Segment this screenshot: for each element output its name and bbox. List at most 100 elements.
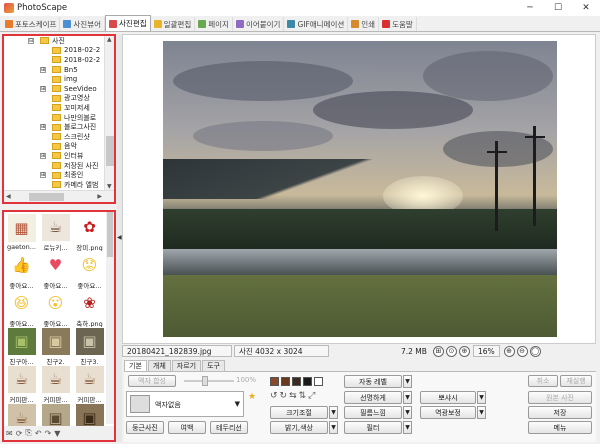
backlight-dropdown[interactable]: ▼ bbox=[477, 391, 486, 404]
filter-dropdown[interactable]: ▼ bbox=[403, 421, 412, 434]
tree-vertical-scrollbar[interactable]: ▲ ▼ bbox=[104, 36, 114, 190]
expand-toggle-icon[interactable]: ⊞ bbox=[40, 85, 46, 92]
favorite-star-icon[interactable]: ★ bbox=[248, 392, 256, 402]
expand-toggle-icon[interactable]: ⊟ bbox=[28, 37, 34, 44]
tree-item[interactable]: ⊟ 사진 bbox=[4, 36, 104, 46]
tree-item[interactable]: 음악 bbox=[4, 142, 104, 152]
zoom-fit-icon[interactable]: ⊕ bbox=[458, 345, 470, 357]
frame-selector[interactable]: 액자없음 ▼ bbox=[126, 391, 244, 417]
frame-dropdown-icon[interactable]: ▼ bbox=[235, 400, 240, 408]
undo-button[interactable]: 취소 bbox=[528, 375, 558, 387]
tree-item[interactable]: ⊞ SeeVideo bbox=[4, 84, 104, 94]
frame-fit-button[interactable]: 액자 합성 bbox=[128, 375, 176, 387]
rotate-flip-icons[interactable]: ↺↻⇆⇅⤢ bbox=[270, 391, 317, 401]
tree-item[interactable]: img bbox=[4, 74, 104, 84]
close-button[interactable]: ✕ bbox=[572, 0, 600, 16]
tree-item[interactable]: ⊞ Bn5 bbox=[4, 65, 104, 75]
minimize-button[interactable]: ─ bbox=[516, 0, 544, 16]
thumb-tool-icon[interactable]: ✉ bbox=[6, 429, 13, 438]
backlight-button[interactable]: 뽀샤시 bbox=[420, 391, 476, 404]
thumbnail-item[interactable]: ☕ 커피판... bbox=[6, 366, 37, 403]
tree-item[interactable]: 2018-02-2 bbox=[4, 46, 104, 56]
resize-button[interactable]: 크기조절 bbox=[270, 406, 328, 419]
color-swatch[interactable] bbox=[303, 377, 312, 386]
expand-toggle-icon[interactable]: ⊞ bbox=[40, 124, 46, 131]
film-effect-button[interactable]: 필름느낌 bbox=[344, 406, 402, 419]
expand-toggle-icon[interactable]: ⊞ bbox=[40, 152, 46, 159]
zoom-in-icon[interactable]: ⊕ bbox=[503, 345, 515, 357]
color-swatch[interactable] bbox=[292, 377, 301, 386]
frame-slider[interactable] bbox=[184, 380, 234, 382]
tree-hscroll-thumb[interactable] bbox=[29, 193, 64, 201]
thumbnail-item[interactable]: ☕ 커피판... bbox=[74, 366, 105, 403]
fit-icon[interactable]: ⊞ bbox=[432, 345, 444, 357]
thumbnail-item[interactable]: 😟 좋아요... bbox=[74, 252, 105, 289]
expand-toggle-icon[interactable]: ⊞ bbox=[40, 172, 46, 179]
image-viewer[interactable] bbox=[122, 34, 596, 344]
thumbnail-item[interactable]: ♥ 좋아요... bbox=[40, 252, 71, 289]
collapse-arrow-icon[interactable]: ◀ bbox=[117, 234, 122, 241]
thumbnail-item[interactable]: ☕ 로뉴키... bbox=[40, 214, 71, 251]
thumbnail-item[interactable]: ✿ 장미.png bbox=[74, 214, 105, 251]
tree-item[interactable]: 카메라 앨범 bbox=[4, 180, 104, 190]
actual-size-icon[interactable]: ⊙ bbox=[445, 345, 457, 357]
tree-item[interactable]: 꼬미저세 bbox=[4, 103, 104, 113]
scroll-down-arrow-icon[interactable]: ▼ bbox=[107, 183, 112, 190]
frame-line-button[interactable]: 테두리선 bbox=[210, 421, 248, 434]
round-photo-button[interactable]: 둥근사진 bbox=[126, 421, 164, 434]
edit-tab[interactable]: 도구 bbox=[202, 360, 225, 371]
zoom-out-icon[interactable]: ⊖ bbox=[516, 345, 528, 357]
tree-item[interactable]: 2018-02-2 bbox=[4, 55, 104, 65]
tab-6[interactable]: GIF애니메이션 bbox=[284, 17, 349, 31]
thumbnail-scroll-thumb[interactable] bbox=[107, 212, 113, 257]
tree-item[interactable]: ⊞ 인터뷰 bbox=[4, 151, 104, 161]
thumbnail-item[interactable]: ▣ 친구3. bbox=[74, 328, 105, 365]
thumbnail-item[interactable]: 👍 좋아요... bbox=[6, 252, 37, 289]
edit-tab[interactable]: 기본 bbox=[124, 360, 147, 371]
redo-button[interactable]: 재실행 bbox=[560, 375, 592, 387]
thumbnail-item[interactable]: ▦ gaeton... bbox=[6, 214, 37, 251]
thumbnail-item[interactable]: 😆 좋아요... bbox=[6, 290, 37, 327]
bright-color-button[interactable]: 밝기,색상 bbox=[270, 421, 328, 434]
color-swatch[interactable] bbox=[281, 377, 290, 386]
auto-level-dropdown[interactable]: ▼ bbox=[403, 375, 412, 388]
resize-dropdown[interactable]: ▼ bbox=[329, 406, 338, 419]
tab-2[interactable]: 사진편집 bbox=[105, 15, 151, 31]
original-photo-button[interactable]: 원본 사진 bbox=[528, 391, 592, 404]
tab-3[interactable]: 일괄편집 bbox=[151, 17, 196, 31]
backlight-correct-button[interactable]: 역광보정 bbox=[420, 406, 476, 419]
menu-button[interactable]: 메뉴 bbox=[528, 421, 592, 434]
thumbnail-item[interactable]: ❀ 축하.png bbox=[74, 290, 105, 327]
tree-item[interactable]: 스크린샷 bbox=[4, 132, 104, 142]
expand-toggle-icon[interactable]: ⊞ bbox=[40, 66, 46, 73]
sharpen-dropdown[interactable]: ▼ bbox=[403, 391, 412, 404]
maximize-button[interactable]: ☐ bbox=[544, 0, 572, 16]
thumbnail-item[interactable]: ▣ 친구아... bbox=[6, 328, 37, 365]
frame-slider-thumb[interactable] bbox=[202, 376, 208, 386]
tree-item[interactable]: 저장된 사진 bbox=[4, 161, 104, 171]
tab-5[interactable]: 이어붙이기 bbox=[233, 17, 285, 31]
thumb-tool-icon[interactable]: ↷ bbox=[45, 429, 52, 438]
color-swatch[interactable] bbox=[314, 377, 323, 386]
tree-item[interactable]: ⊞ 블로그사진 bbox=[4, 122, 104, 132]
backlight-correct-dropdown[interactable]: ▼ bbox=[477, 406, 486, 419]
tree-item[interactable]: ⊞ 최종인 bbox=[4, 170, 104, 180]
tab-8[interactable]: 도움말 bbox=[379, 17, 417, 31]
thumbnail-scrollbar[interactable] bbox=[106, 212, 114, 424]
thumb-tool-icon[interactable]: ↶ bbox=[35, 429, 42, 438]
thumb-tool-icon[interactable]: ⟳ bbox=[16, 429, 23, 438]
margin-button[interactable]: 여백 bbox=[168, 421, 206, 434]
tree-item[interactable]: 광고영상 bbox=[4, 94, 104, 104]
bright-color-dropdown[interactable]: ▼ bbox=[329, 421, 338, 434]
thumbnail-item[interactable]: 😮 좋아요... bbox=[40, 290, 71, 327]
tree-scroll-thumb[interactable] bbox=[106, 136, 114, 166]
filter-button[interactable]: 필터 bbox=[344, 421, 402, 434]
thumbnail-item[interactable]: ▣ 친구2. bbox=[40, 328, 71, 365]
tab-0[interactable]: 포토스케이프 bbox=[2, 17, 61, 31]
edit-tab[interactable]: 자르기 bbox=[171, 360, 202, 371]
reset-zoom-icon[interactable]: ◯ bbox=[529, 345, 541, 357]
thumbnail-item[interactable]: ☕ 커피판... bbox=[40, 366, 71, 403]
scroll-left-arrow-icon[interactable]: ◀ bbox=[6, 193, 11, 200]
tab-1[interactable]: 사진뷰어 bbox=[60, 17, 106, 31]
tree-horizontal-scrollbar[interactable]: ◀ ▶ bbox=[4, 190, 114, 202]
